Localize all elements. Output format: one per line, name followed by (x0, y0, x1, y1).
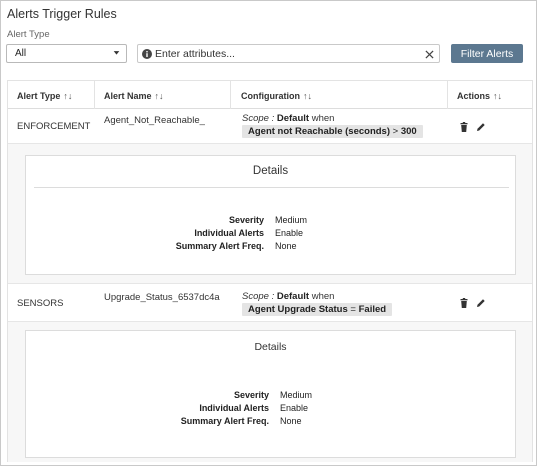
col-header-actions[interactable]: Actions ↑↓ (457, 91, 502, 101)
details-title: Details (252, 165, 289, 177)
individual-alerts-label: Individual Alerts (194, 228, 264, 238)
edit-icon[interactable] (476, 298, 486, 308)
details-panel: Details Severity Medium Individual Alert… (8, 143, 532, 284)
table-row[interactable]: SENSORS Upgrade_Status_6537dc4a Scope : … (8, 286, 532, 320)
details-panel: Details Severity Medium Individual Alert… (8, 321, 532, 462)
alert-type-cell: SENSORS (17, 298, 64, 309)
details-title: Details (254, 341, 287, 353)
alert-name-cell: Agent_Not_Reachable_ (104, 115, 205, 126)
severity-value: Medium (275, 215, 308, 225)
details-card: Details Severity Medium Individual Alert… (25, 330, 516, 458)
summary-alert-freq-value: None (280, 416, 302, 426)
details-card: Details Severity Medium Individual Alert… (25, 155, 516, 275)
severity-label: Severity (233, 390, 269, 400)
summary-alert-freq-label: Summary Alert Freq. (175, 241, 264, 251)
trash-icon[interactable] (459, 122, 469, 132)
search-input[interactable] (155, 46, 417, 61)
sort-icon[interactable]: ↑↓ (155, 91, 164, 101)
sort-icon[interactable]: ↑↓ (303, 91, 312, 101)
edit-icon[interactable] (476, 122, 486, 132)
info-icon (142, 49, 152, 59)
individual-alerts-label: Individual Alerts (199, 403, 269, 413)
col-header-alert-type[interactable]: Alert Type ↑↓ (17, 91, 72, 101)
alert-type-selected-value: All (15, 48, 27, 59)
col-header-configuration[interactable]: Configuration ↑↓ (241, 91, 312, 101)
condition-chip: Agent Upgrade Status = Failed (242, 303, 393, 316)
severity-value: Medium (280, 390, 313, 400)
filter-alerts-button[interactable]: Filter Alerts (451, 44, 523, 63)
summary-alert-freq-value: None (275, 241, 297, 251)
summary-alert-freq-label: Summary Alert Freq. (180, 416, 269, 426)
alert-type-select[interactable]: All (6, 44, 127, 63)
severity-label: Severity (228, 215, 264, 225)
alert-name-cell: Upgrade_Status_6537dc4a (104, 292, 220, 303)
trash-icon[interactable] (459, 298, 469, 308)
attribute-search-field[interactable] (137, 44, 440, 63)
alerts-trigger-rules-panel: Alerts Trigger Rules Alert Type All Filt… (0, 0, 537, 466)
sort-icon[interactable]: ↑↓ (493, 91, 502, 101)
individual-alerts-value: Enable (280, 403, 309, 413)
sort-icon[interactable]: ↑↓ (63, 91, 72, 101)
configuration-cell: Scope : Default when Agent not Reachable… (242, 113, 423, 138)
table-header: Alert Type ↑↓ Alert Name ↑↓ Configuration ↑… (8, 81, 532, 109)
table-row[interactable]: ENFORCEMENT Agent_Not_Reachable_ Scope :… (8, 110, 532, 143)
page-title: Alerts Trigger Rules (7, 7, 117, 21)
individual-alerts-value: Enable (275, 228, 304, 238)
caret-down-icon (113, 51, 120, 55)
alert-rules-table: Alert Type ↑↓ Alert Name ↑↓ Configuration ↑… (7, 80, 533, 462)
clear-icon[interactable] (425, 50, 434, 59)
col-header-alert-name[interactable]: Alert Name ↑↓ (104, 91, 164, 101)
configuration-cell: Scope : Default when Agent Upgrade Statu… (242, 291, 393, 316)
alert-type-label: Alert Type (7, 29, 50, 40)
alert-type-cell: ENFORCEMENT (17, 121, 91, 132)
condition-chip: Agent not Reachable (seconds) > 300 (242, 125, 423, 138)
